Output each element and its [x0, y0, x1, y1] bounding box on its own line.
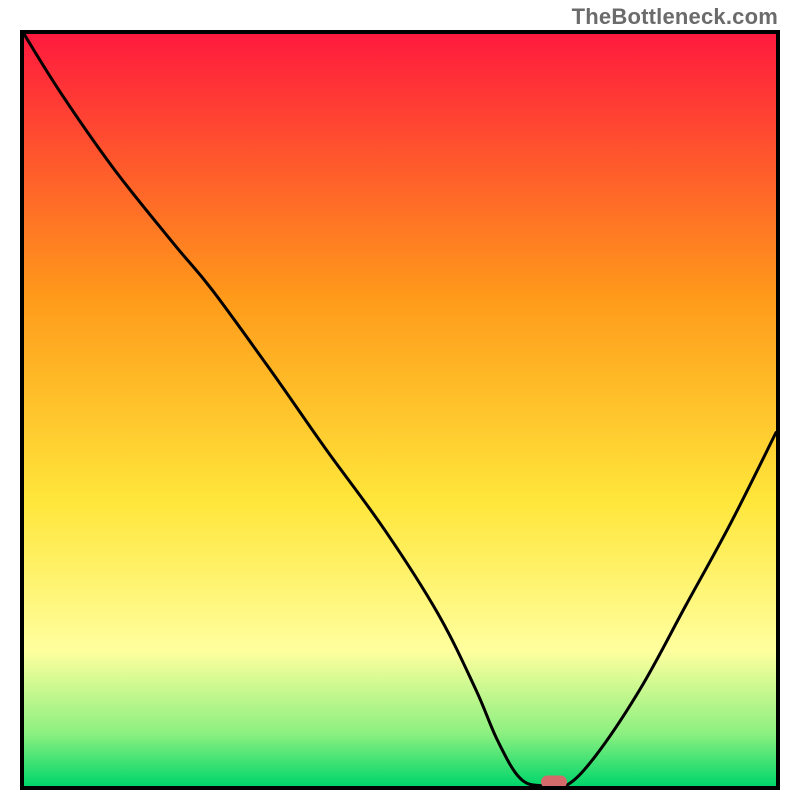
optimal-marker: [541, 776, 567, 789]
watermark-text: TheBottleneck.com: [572, 4, 778, 30]
chart-curve: [24, 34, 776, 786]
chart-frame: [20, 30, 780, 790]
bottleneck-curve-path: [24, 34, 776, 786]
